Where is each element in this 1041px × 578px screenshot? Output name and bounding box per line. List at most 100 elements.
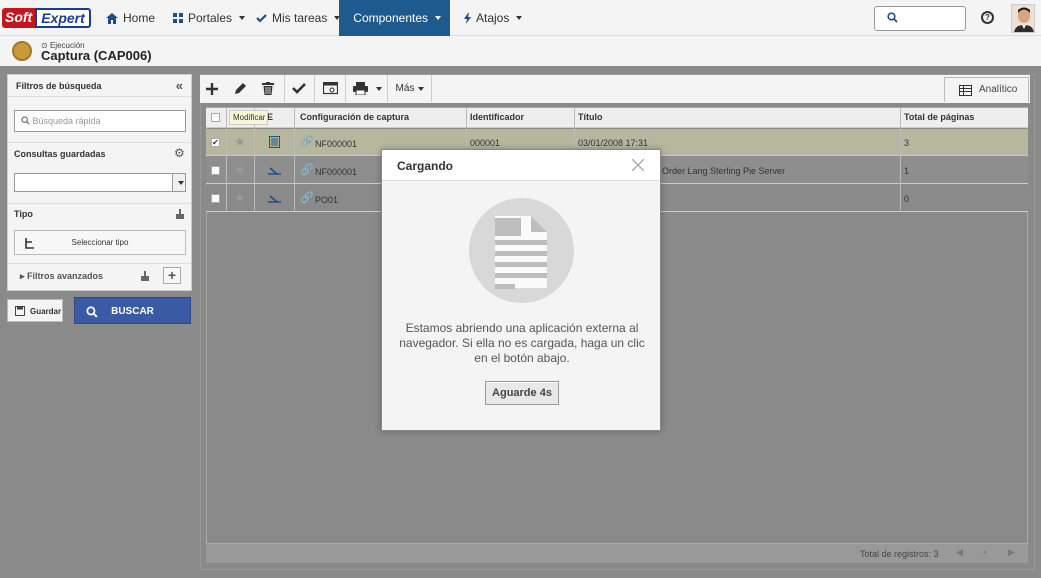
hierarchy-icon: [25, 238, 34, 249]
star-icon[interactable]: ★: [234, 134, 246, 150]
view-button[interactable]: [318, 75, 342, 102]
scanner-icon: [268, 167, 281, 175]
cell-identificador: 000001: [470, 138, 501, 148]
toolbar-separator: [284, 75, 285, 102]
sidebar-title: Filtros de búsqueda «: [8, 75, 191, 97]
dialog-message: Estamos abriendo una aplicación externa …: [399, 321, 645, 365]
delete-button[interactable]: [256, 75, 280, 102]
cell-paginas: 1: [904, 166, 910, 176]
star-icon[interactable]: ★: [234, 162, 246, 178]
cell-titulo: Order Lang Sterling Pie Server: [662, 166, 786, 176]
select-type-button[interactable]: Seleccionar tipo: [14, 230, 186, 255]
grid-icon: [173, 13, 183, 23]
column-header-paginas[interactable]: Total de páginas: [904, 112, 974, 122]
nav-atajos-label: Atajos: [476, 11, 510, 25]
add-filter-button[interactable]: +: [163, 267, 181, 284]
row-checkbox[interactable]: [211, 194, 220, 203]
advanced-filters-toggle[interactable]: ▸ Filtros avanzados: [20, 271, 103, 282]
dialog-header: Cargando: [382, 150, 660, 181]
more-menu[interactable]: Más: [391, 75, 429, 102]
print-button[interactable]: [349, 75, 385, 102]
column-divider: [900, 108, 901, 212]
loading-dialog: Cargando Estamos abriendo una aplicación…: [381, 149, 661, 431]
nav-componentes[interactable]: Componentes: [339, 0, 450, 36]
search-icon: [21, 116, 30, 125]
check-icon: [292, 83, 306, 94]
logo-expert: Expert: [35, 8, 91, 28]
row-checkbox[interactable]: [211, 166, 220, 175]
column-header-titulo[interactable]: Título: [578, 112, 603, 122]
check-icon: [256, 13, 267, 23]
nav-mis-tareas[interactable]: Mis tareas: [247, 0, 349, 36]
nav-mis-tareas-label: Mis tareas: [272, 11, 328, 25]
cell-titulo: 03/01/2008 17:31: [578, 138, 649, 148]
save-label: Guardar: [30, 307, 62, 316]
first-page-icon[interactable]: ◀: [956, 547, 963, 558]
nav-portales[interactable]: Portales: [164, 0, 254, 36]
type-label: Tipo: [14, 209, 33, 219]
top-search-input[interactable]: [874, 6, 966, 31]
home-icon: [106, 12, 118, 24]
column-header-identificador[interactable]: Identificador: [470, 112, 524, 122]
edit-button[interactable]: [228, 75, 252, 102]
column-divider: [226, 108, 227, 212]
softexpert-logo[interactable]: Soft Expert: [2, 8, 91, 28]
filter-sidebar: Filtros de búsqueda « Búsqueda rápida Co…: [7, 74, 192, 291]
cell-config: NF000001: [315, 139, 358, 149]
chevron-down-icon: [375, 86, 382, 91]
total-records: Total de registros: 3: [860, 549, 939, 559]
select-all-checkbox[interactable]: [211, 113, 220, 122]
tab-analitico-label: Analítico: [979, 84, 1018, 95]
star-icon[interactable]: ★: [234, 190, 246, 206]
nav-atajos[interactable]: Atajos: [455, 0, 531, 36]
table-icon: [959, 85, 972, 96]
close-icon[interactable]: [632, 159, 644, 171]
paperclip-icon: 🔗: [300, 164, 314, 176]
avatar[interactable]: [1011, 4, 1035, 33]
search-button[interactable]: BUSCAR: [74, 297, 191, 324]
last-page-icon[interactable]: ▶: [1008, 547, 1015, 558]
paperclip-icon: 🔗: [300, 192, 314, 204]
divider: [8, 142, 191, 143]
page-header: [0, 36, 1041, 66]
page-title: Captura (CAP006): [41, 48, 152, 63]
save-button[interactable]: Guardar: [7, 299, 63, 322]
nav-portales-label: Portales: [188, 11, 233, 25]
printer-icon: [352, 82, 368, 95]
column-header-config[interactable]: Configuración de captura: [300, 112, 409, 122]
document-icon: [269, 136, 280, 148]
nav-home-label: Home: [123, 11, 156, 25]
toolbar-separator: [345, 75, 346, 102]
toolbar-separator: [314, 75, 315, 102]
toolbar-separator: [431, 75, 432, 102]
save-icon: [15, 306, 25, 316]
collapse-icon[interactable]: «: [176, 78, 183, 93]
saved-queries-select[interactable]: [14, 173, 186, 192]
cell-paginas: 0: [904, 194, 910, 204]
add-button[interactable]: [200, 75, 224, 102]
page-indicator[interactable]: ▪: [983, 547, 986, 557]
row-checkbox[interactable]: ✔: [211, 138, 220, 147]
quick-search-placeholder: Búsqueda rápida: [32, 116, 101, 126]
dialog-title: Cargando: [397, 159, 454, 173]
paperclip-icon: 🔗: [300, 136, 314, 148]
toolbar-separator: [387, 75, 388, 102]
confirm-button[interactable]: [287, 75, 311, 102]
clear-filter-icon[interactable]: [176, 209, 184, 219]
gear-icon[interactable]: ⚙: [174, 146, 185, 160]
search-icon: [887, 12, 898, 23]
nav-home[interactable]: Home: [97, 0, 164, 36]
tab-analitico[interactable]: Analítico: [944, 77, 1029, 102]
chevron-down-icon: [239, 16, 246, 20]
help-icon[interactable]: ?: [981, 11, 994, 24]
window-icon: [322, 82, 338, 95]
chevron-down-icon: [435, 16, 441, 20]
logo-soft: Soft: [2, 8, 36, 28]
select-type-label: Seleccionar tipo: [71, 238, 129, 247]
more-label: Más: [395, 83, 415, 94]
column-divider: [294, 108, 295, 212]
tooltip-modificar: Modificar: [229, 110, 268, 125]
wait-button[interactable]: Aguarde 4s: [485, 381, 559, 405]
quick-search-input[interactable]: Búsqueda rápida: [14, 110, 186, 132]
clear-filter-icon[interactable]: [141, 271, 149, 281]
